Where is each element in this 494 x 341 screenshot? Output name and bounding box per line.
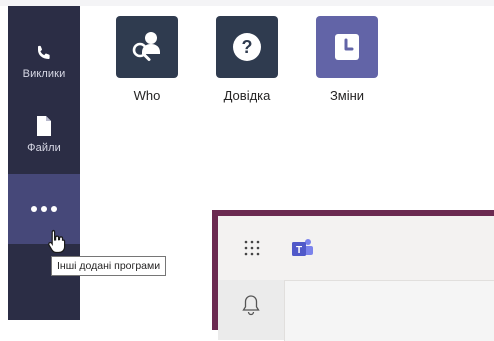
teams-left-rail xyxy=(218,280,284,340)
help-icon: ? xyxy=(233,33,261,61)
app-label-help: Довідка xyxy=(223,88,271,103)
teams-content-area xyxy=(284,280,494,341)
rail-label-calls: Виклики xyxy=(22,68,66,80)
rail-item-calls[interactable]: Виклики xyxy=(8,44,80,110)
more-dots-icon xyxy=(31,206,57,212)
more-apps-tooltip: Інші додані програми xyxy=(51,256,167,276)
hand-cursor-icon xyxy=(48,229,66,253)
who-icon xyxy=(132,32,160,61)
svg-text:T: T xyxy=(296,245,302,256)
file-icon xyxy=(37,116,51,136)
app-launcher-icon[interactable] xyxy=(244,240,260,256)
teams-window-preview: T xyxy=(212,210,494,341)
app-tile-who[interactable] xyxy=(116,16,178,78)
rail-item-more-apps[interactable] xyxy=(8,174,80,244)
rail-item-files[interactable]: Файли xyxy=(8,116,80,182)
rail-label-files: Файли xyxy=(27,142,61,154)
teams-logo-icon: T xyxy=(292,239,313,256)
app-tile-shifts[interactable] xyxy=(316,16,378,78)
svg-text:?: ? xyxy=(242,37,253,57)
shifts-icon xyxy=(335,34,359,60)
bell-icon[interactable] xyxy=(242,294,260,316)
phone-icon xyxy=(38,45,50,59)
app-tile-help[interactable]: ? xyxy=(216,16,278,78)
app-label-shifts: Зміни xyxy=(329,88,365,103)
app-label-who: Who xyxy=(133,88,161,103)
teams-title-bar: T xyxy=(218,216,494,280)
